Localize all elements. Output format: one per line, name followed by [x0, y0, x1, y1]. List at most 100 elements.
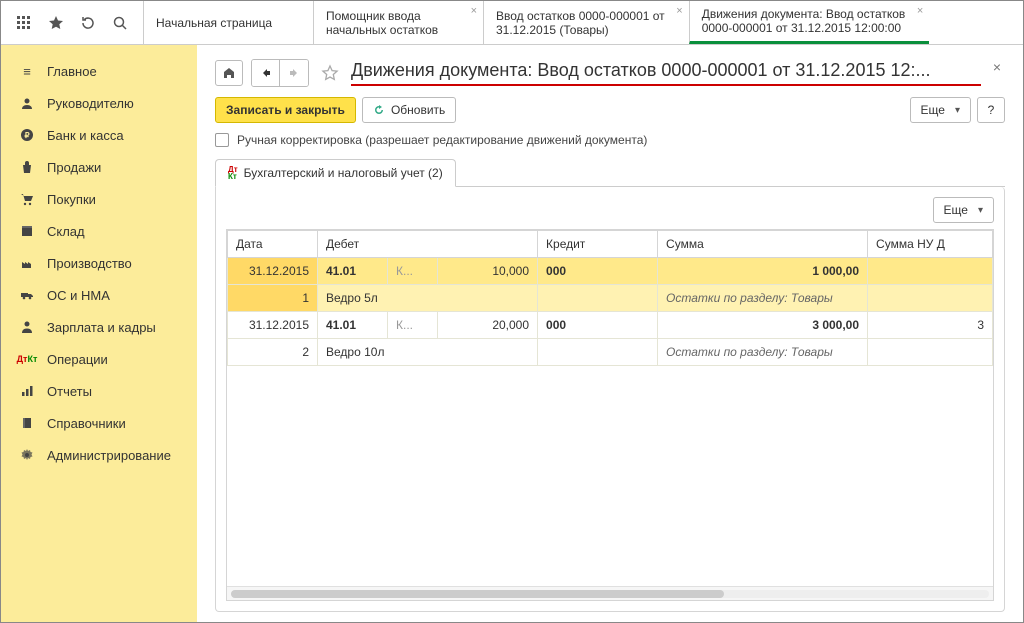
sidebar-label: Зарплата и кадры — [47, 320, 156, 335]
manager-icon — [19, 95, 35, 111]
sidebar-label: Справочники — [47, 416, 126, 431]
cell-account-d: 41.01 — [318, 258, 388, 285]
close-icon[interactable]: × — [471, 5, 477, 17]
cell-sum-nu: 3 — [868, 312, 993, 339]
tab-label: Бухгалтерский и налоговый учет (2) — [244, 166, 443, 180]
back-button[interactable] — [252, 60, 280, 86]
favorite-star-icon[interactable] — [317, 64, 343, 82]
cell-blank — [538, 339, 658, 366]
sidebar-item-production[interactable]: Производство — [1, 247, 197, 279]
manual-edit-checkbox[interactable]: Ручная корректировка (разрешает редактир… — [215, 133, 1005, 147]
sidebar-item-sales[interactable]: Продажи — [1, 151, 197, 183]
topbar: Начальная страница Помощник ввода началь… — [1, 1, 1023, 45]
table-row[interactable]: 1 Ведро 5л Остатки по разделу: Товары — [228, 285, 993, 312]
cart-icon — [19, 191, 35, 207]
book-icon — [19, 415, 35, 431]
close-icon[interactable]: × — [676, 5, 682, 17]
table-row[interactable]: 31.12.2015 41.01 К... 20,000 000 3 000,0… — [228, 312, 993, 339]
close-icon[interactable]: × — [917, 5, 923, 17]
button-label: Обновить — [391, 103, 445, 117]
sidebar-item-reports[interactable]: Отчеты — [1, 375, 197, 407]
col-credit[interactable]: Кредит — [538, 231, 658, 258]
sidebar-item-refs[interactable]: Справочники — [1, 407, 197, 439]
cell-num: 1 — [228, 285, 318, 312]
cell-item: Ведро 5л — [318, 285, 538, 312]
refresh-icon — [373, 104, 385, 116]
cell-sum: 1 000,00 — [658, 258, 868, 285]
search-icon[interactable] — [111, 14, 129, 32]
sidebar-label: Администрирование — [47, 448, 171, 463]
register-body: Еще Дата Дебет Кредит Сумма Сумма НУ Д — [215, 187, 1005, 612]
table-row[interactable]: 2 Ведро 10л Остатки по разделу: Товары — [228, 339, 993, 366]
button-label: ? — [988, 103, 995, 117]
truck-icon — [19, 287, 35, 303]
refresh-button[interactable]: Обновить — [362, 97, 456, 123]
content-area: Движения документа: Ввод остатков 0000-0… — [197, 45, 1023, 622]
save-close-button[interactable]: Записать и закрыть — [215, 97, 356, 123]
tab-label: Помощник ввода — [326, 9, 459, 23]
sidebar-item-purchases[interactable]: Покупки — [1, 183, 197, 215]
tab-movements[interactable]: Движения документа: Ввод остатков 0000-0… — [689, 1, 930, 44]
sidebar-item-assets[interactable]: ОС и НМА — [1, 279, 197, 311]
sidebar-item-operations[interactable]: ДтКт Операции — [1, 343, 197, 375]
tab-label: Ввод остатков 0000-000001 от — [496, 9, 665, 23]
sidebar-item-bank[interactable]: ₽Банк и касса — [1, 119, 197, 151]
col-date[interactable]: Дата — [228, 231, 318, 258]
apps-icon[interactable] — [15, 14, 33, 32]
forward-button[interactable] — [280, 60, 308, 86]
register-tab-accounting[interactable]: ДтКт Бухгалтерский и налоговый учет (2) — [215, 159, 456, 187]
sidebar-label: Руководителю — [47, 96, 134, 111]
sidebar-item-manager[interactable]: Руководителю — [1, 87, 197, 119]
cell-qty: 20,000 — [438, 312, 538, 339]
sidebar-item-main[interactable]: ≡ Главное — [1, 55, 197, 87]
help-button[interactable]: ? — [977, 97, 1005, 123]
cell-comment: Остатки по разделу: Товары — [658, 339, 868, 366]
cell-qty: 10,000 — [438, 258, 538, 285]
sidebar-item-salary[interactable]: Зарплата и кадры — [1, 311, 197, 343]
page-title: Движения документа: Ввод остатков 0000-0… — [351, 60, 981, 86]
horizontal-scrollbar[interactable] — [227, 586, 993, 600]
grid: Дата Дебет Кредит Сумма Сумма НУ Д 31.12… — [226, 229, 994, 601]
more-button[interactable]: Еще — [910, 97, 971, 123]
star-icon[interactable] — [47, 14, 65, 32]
sidebar-label: Главное — [47, 64, 97, 79]
close-page-icon[interactable]: × — [989, 59, 1005, 75]
grid-more-button[interactable]: Еще — [933, 197, 994, 223]
button-label: Еще — [944, 203, 968, 217]
cell-date: 31.12.2015 — [228, 258, 318, 285]
tab-label: Начальная страница — [156, 16, 289, 30]
history-icon[interactable] — [79, 14, 97, 32]
sidebar-item-admin[interactable]: Администрирование — [1, 439, 197, 471]
bag-icon — [19, 159, 35, 175]
topbar-icon-group — [1, 1, 143, 44]
col-sum-nu[interactable]: Сумма НУ Д — [868, 231, 993, 258]
col-sum[interactable]: Сумма — [658, 231, 868, 258]
sidebar-label: Покупки — [47, 192, 96, 207]
page-header: Движения документа: Ввод остатков 0000-0… — [215, 59, 1005, 87]
cell-comment: Остатки по разделу: Товары — [658, 285, 868, 312]
cell-k: К... — [388, 312, 438, 339]
cell-blank — [868, 285, 993, 312]
tab-assistant[interactable]: Помощник ввода начальных остатков × — [313, 1, 483, 44]
ruble-icon: ₽ — [19, 127, 35, 143]
sidebar-label: Склад — [47, 224, 85, 239]
dtkt-icon: ДтКт — [228, 166, 238, 180]
table-row[interactable]: 31.12.2015 41.01 К... 10,000 000 1 000,0… — [228, 258, 993, 285]
sidebar-label: Операции — [47, 352, 108, 367]
box-icon — [19, 223, 35, 239]
sidebar-label: ОС и НМА — [47, 288, 110, 303]
scrollbar-thumb[interactable] — [231, 590, 724, 598]
col-debit[interactable]: Дебет — [318, 231, 538, 258]
tab-label: Движения документа: Ввод остатков — [702, 7, 906, 21]
cell-item: Ведро 10л — [318, 339, 538, 366]
sidebar-label: Отчеты — [47, 384, 92, 399]
cell-blank — [538, 285, 658, 312]
home-icon: ≡ — [19, 63, 35, 79]
home-button[interactable] — [215, 60, 243, 86]
dtkt-icon: ДтКт — [19, 351, 35, 367]
sidebar-item-warehouse[interactable]: Склад — [1, 215, 197, 247]
gear-icon — [19, 447, 35, 463]
tab-start[interactable]: Начальная страница — [143, 1, 313, 44]
sidebar-label: Продажи — [47, 160, 101, 175]
tab-doc[interactable]: Ввод остатков 0000-000001 от 31.12.2015 … — [483, 1, 689, 44]
